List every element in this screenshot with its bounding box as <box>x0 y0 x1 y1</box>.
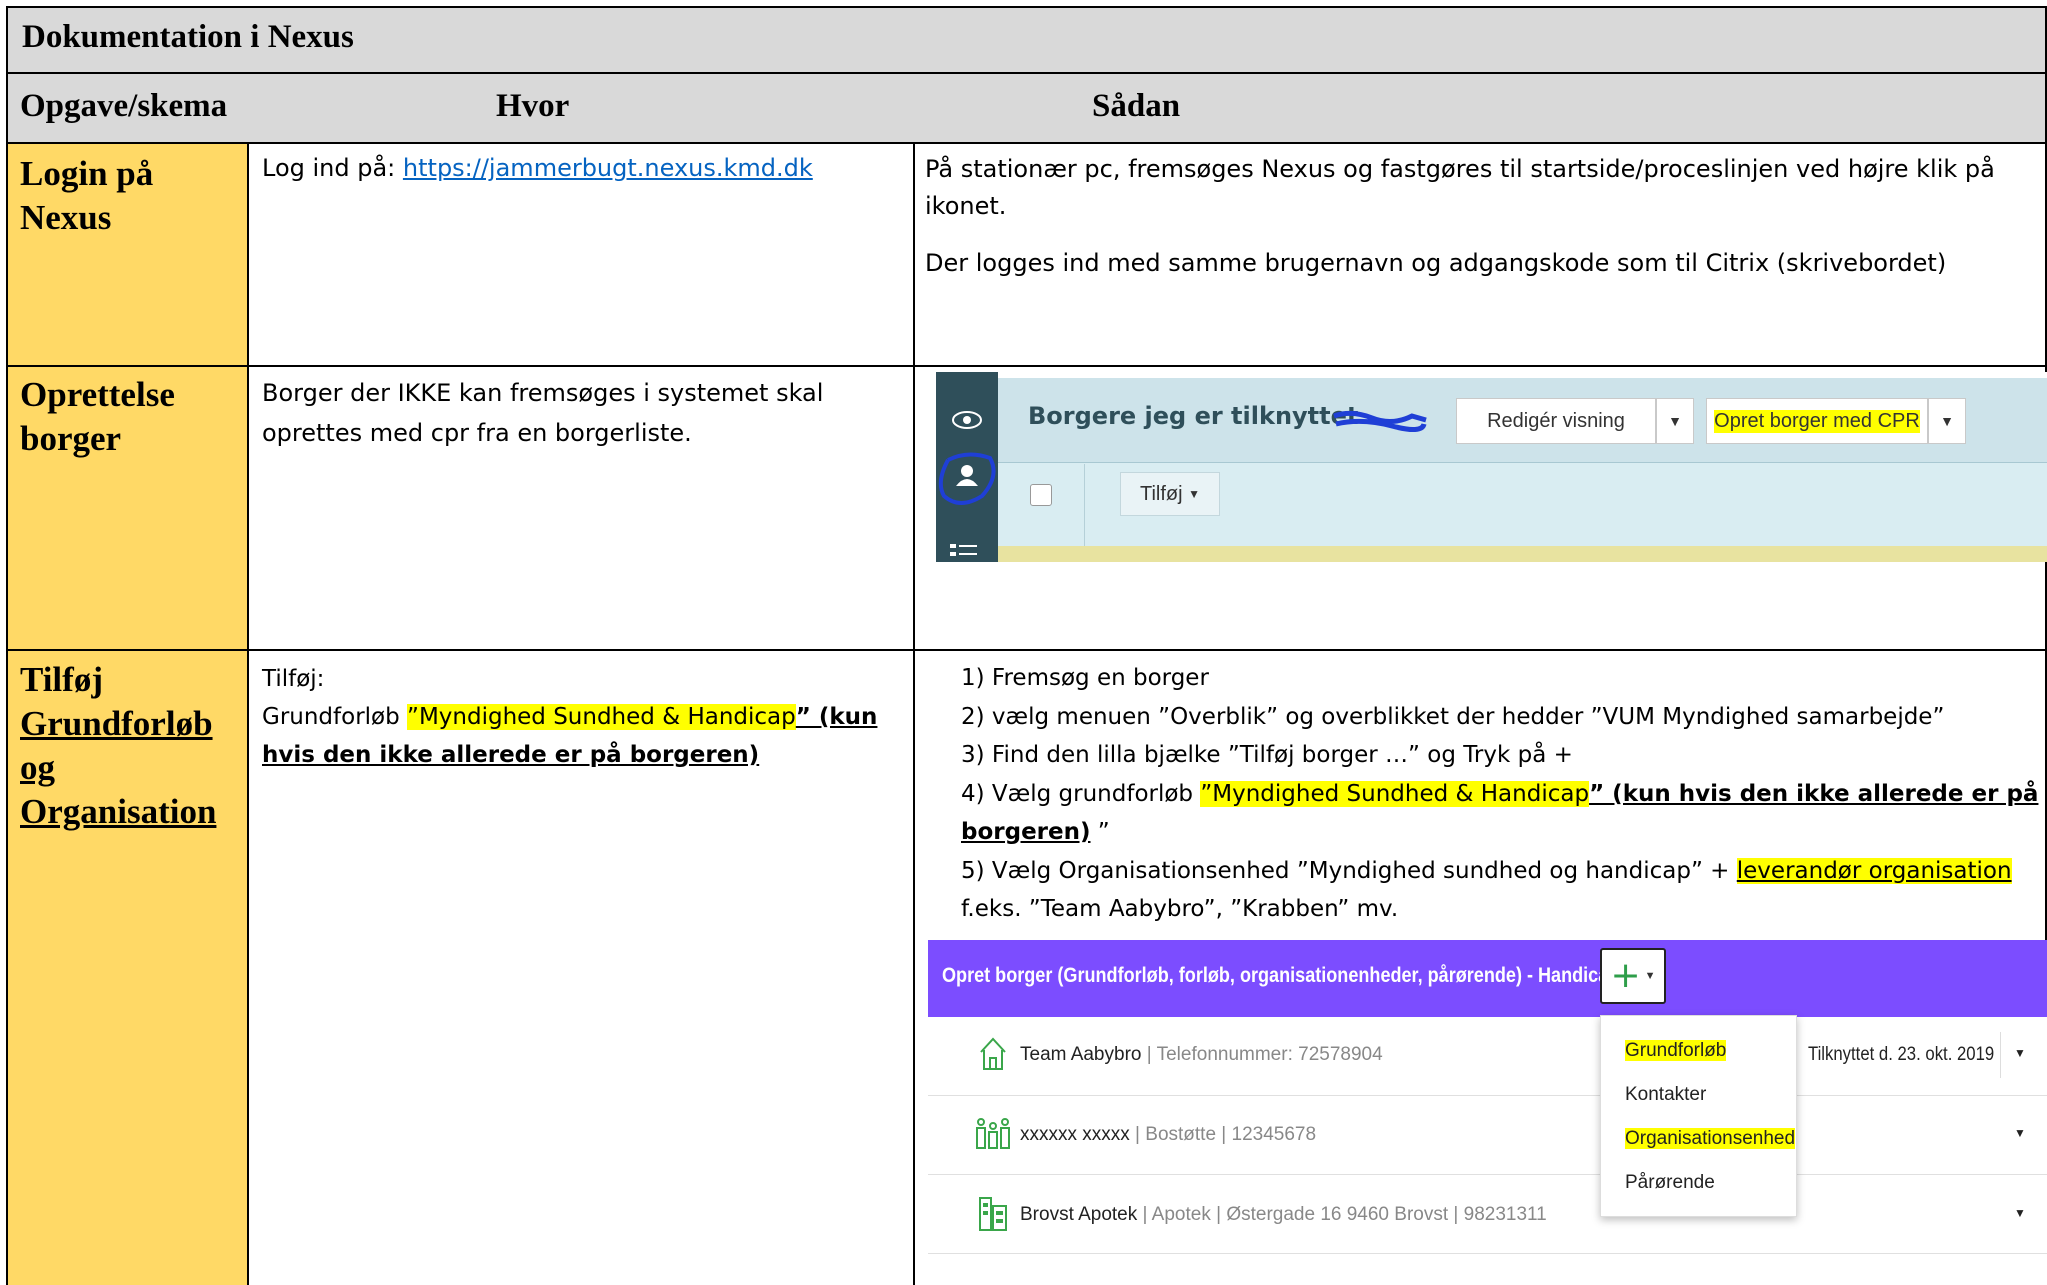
menu-item-grundforlob-label: Grundforløb <box>1625 1040 1727 1061</box>
eye-icon[interactable] <box>950 410 984 430</box>
row3-caret-icon[interactable]: ▼ <box>2014 1206 2026 1220</box>
where-tilfoj-prefix: Grundforløb <box>262 704 408 730</box>
where-oprettelse: Borger der IKKE kan fremsøges i systemet… <box>262 379 824 447</box>
row-divider-1 <box>6 365 2047 367</box>
header-task: Opgave/skema <box>20 88 228 124</box>
people-icon <box>974 1116 1012 1152</box>
where-tilfoj: Tilføj: Grundforløb ”Myndighed Sundhed &… <box>262 660 902 774</box>
row-divider-2 <box>6 649 2047 651</box>
scribble-redaction <box>1332 406 1428 434</box>
menu-item-kontakter[interactable]: Kontakter <box>1625 1084 1706 1106</box>
row3-text: Brovst Apotek | Apotek | Østergade 16 94… <box>1020 1204 1547 1226</box>
add-dropdown-menu: Grundforløb Kontakter Organisationsenhed… <box>1600 1015 1797 1217</box>
screenshot-borgere-list: Borgere jeg er tilknyttet Redigér visnin… <box>936 372 2047 562</box>
blue-circle-annotation <box>938 452 996 508</box>
row2-text: xxxxxx xxxxx | Bostøtte | 12345678 <box>1020 1124 1316 1146</box>
plus-caret-icon: ▼ <box>1644 970 1656 982</box>
row2-caret-icon[interactable]: ▼ <box>2014 1126 2026 1140</box>
add-button[interactable]: Tilføj ▼ <box>1120 472 1220 516</box>
menu-item-grundforlob[interactable]: Grundforløb <box>1625 1040 1727 1062</box>
task-tilfoj-l3: og <box>20 748 55 787</box>
where-tilfoj-l1: Tilføj: <box>262 666 325 692</box>
how-tilfoj-steps: 1) Fremsøg en borger 2) vælg menuen ”Ove… <box>925 659 2040 929</box>
add-label: Tilføj <box>1139 482 1183 505</box>
where-login: Log ind på: https://jammerbugt.nexus.kmd… <box>262 151 902 185</box>
row2-detail: | Bostøtte | 12345678 <box>1129 1124 1317 1145</box>
select-checkbox[interactable] <box>1030 484 1052 506</box>
plus-icon: + <box>1610 955 1641 996</box>
row1-divider <box>2000 1032 2001 1078</box>
step-4: 4) Vælg grundforløb ”Myndighed Sundhed &… <box>925 775 2040 852</box>
step-1: 1) Fremsøg en borger <box>961 665 1209 691</box>
task-tilfoj-l2: Grundforløb <box>20 704 213 743</box>
row3-name: Brovst Apotek <box>1020 1204 1138 1225</box>
header-row <box>6 74 2047 144</box>
list-icon[interactable] <box>950 540 980 562</box>
step-5: 5) Vælg Organisationsenhed ”Myndighed su… <box>925 852 2040 891</box>
col-divider-2 <box>913 144 915 1285</box>
row1-detail: | Telefonnummer: 72578904 <box>1141 1044 1383 1065</box>
step-4-prefix: 4) Vælg grundforløb <box>961 780 1201 807</box>
menu-item-parorende[interactable]: Pårørende <box>1625 1172 1715 1194</box>
how-login-p2: Der logges ind med samme brugernavn og a… <box>925 249 1947 277</box>
step-2: 2) vælg menuen ”Overblik” og overblikket… <box>961 703 1945 730</box>
create-cpr-button[interactable]: Opret borger med CPR <box>1706 398 1928 444</box>
row1-text: Team Aabybro | Telefonnummer: 72578904 <box>1020 1044 1383 1066</box>
where-login-prefix: Log ind på: <box>262 154 403 182</box>
menu-item-organisationsenhed-label: Organisationsenhed <box>1625 1128 1796 1149</box>
house-icon <box>978 1036 1008 1072</box>
purple-header-title: Opret borger (Grundforløb, forløb, organ… <box>942 964 1620 987</box>
step-5-prefix: 5) Vælg Organisationsenhed ”Myndighed su… <box>961 857 1737 884</box>
row1-date: Tilknyttet d. 23. okt. 2019 <box>1808 1044 1995 1065</box>
where-tilfoj-highlight: ”Myndighed Sundhed & Handicap <box>407 704 796 730</box>
step-3: 3) Find den lilla bjælke ”Tilføj borger … <box>961 742 1573 768</box>
task-tilfoj-l4: Organisation <box>20 792 217 831</box>
screenshot-opret-borger-panel: Opret borger (Grundforløb, forløb, organ… <box>928 940 2047 1285</box>
left-border <box>6 144 8 1285</box>
task-login: Login på Nexus <box>20 154 154 237</box>
building-icon <box>978 1196 1008 1232</box>
where-tilfoj-l2: Grundforløb ”Myndighed Sundhed & Handica… <box>262 698 902 774</box>
row2-name: xxxxxx xxxxx <box>1020 1124 1130 1145</box>
row1-name: Team Aabybro <box>1020 1044 1142 1065</box>
row3-detail: | Apotek | Østergade 16 9460 Brovst | 98… <box>1137 1204 1547 1225</box>
edit-view-button[interactable]: Redigér visning <box>1456 398 1656 444</box>
step-5-line2: f.eks. ”Team Aabybro”, ”Krabben” mv. <box>961 896 1399 922</box>
how-login-p1: På stationær pc, fremsøges Nexus og fast… <box>925 155 1995 220</box>
nexus-login-link[interactable]: https://jammerbugt.nexus.kmd.dk <box>403 154 813 182</box>
task-oprettelse: Oprettelse borger <box>20 375 175 458</box>
create-cpr-dropdown[interactable]: ▼ <box>1928 398 1966 444</box>
step-5-highlight: leverandør organisation <box>1736 857 2012 884</box>
create-cpr-label: Opret borger med CPR <box>1714 409 1920 433</box>
row1-caret-icon[interactable]: ▼ <box>2014 1046 2026 1060</box>
menu-item-parorende-label: Pårørende <box>1625 1172 1715 1193</box>
menu-item-organisationsenhed[interactable]: Organisationsenhed <box>1625 1128 1796 1150</box>
plus-button[interactable]: + ▼ <box>1600 948 1666 1004</box>
checkbox-divider <box>1084 464 1085 546</box>
step-4-highlight: ”Myndighed Sundhed & Handicap <box>1200 780 1590 807</box>
borgere-title: Borgere jeg er tilknyttet <box>1028 402 1359 430</box>
edit-view-label: Redigér visning <box>1487 409 1625 432</box>
document-title: Dokumentation i Nexus <box>22 19 354 55</box>
screenshot1-footer-strip <box>998 546 2047 562</box>
add-caret-icon: ▼ <box>1188 487 1201 501</box>
task-tilfoj: Tilføj Grundforløb og Organisation <box>20 658 240 834</box>
edit-view-dropdown[interactable]: ▼ <box>1656 398 1694 444</box>
header-where: Hvor <box>496 88 570 124</box>
step-4-suffix: ” <box>1090 819 1110 845</box>
task-tilfoj-l1: Tilføj <box>20 660 103 699</box>
menu-item-kontakter-label: Kontakter <box>1625 1084 1707 1105</box>
header-how: Sådan <box>1092 88 1181 124</box>
col-divider-1 <box>247 144 249 1285</box>
